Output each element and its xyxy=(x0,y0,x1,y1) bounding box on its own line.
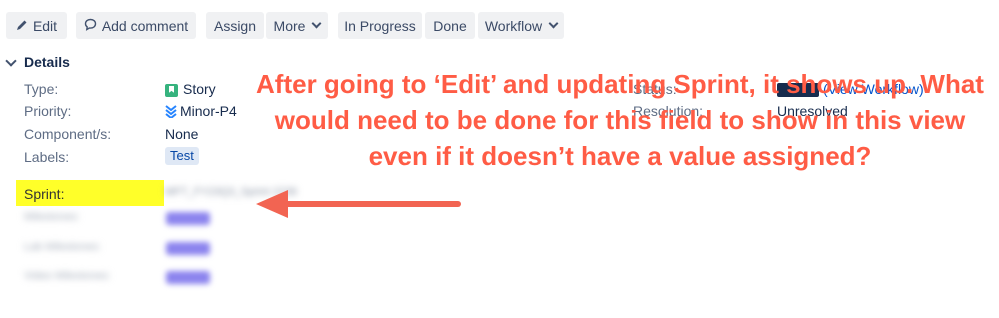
annotation-arrow xyxy=(256,190,461,218)
